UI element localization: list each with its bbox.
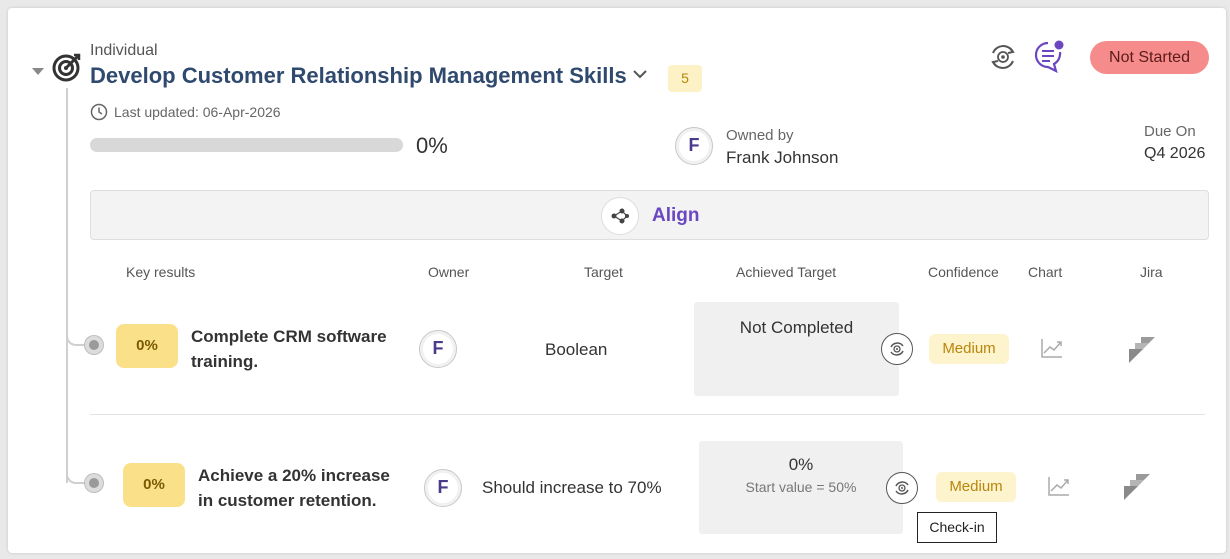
tree-branch bbox=[66, 470, 86, 484]
tree-node bbox=[85, 336, 103, 354]
header-chart: Chart bbox=[1028, 264, 1063, 280]
last-updated: Last updated: 06-Apr-2026 bbox=[114, 104, 281, 120]
checkin-button[interactable] bbox=[881, 333, 913, 365]
key-result-percent: 0% bbox=[116, 324, 178, 368]
owner-name: Frank Johnson bbox=[726, 148, 839, 167]
header-jira: Jira bbox=[1140, 264, 1163, 280]
header-achieved-target: Achieved Target bbox=[736, 264, 837, 280]
objective-title[interactable]: Develop Customer Relationship Management… bbox=[90, 63, 627, 89]
tree-branch bbox=[66, 332, 86, 346]
due-on-value: Q4 2026 bbox=[1144, 145, 1206, 162]
achieved-target-box: Not Completed bbox=[694, 302, 899, 396]
jira-icon[interactable] bbox=[1127, 335, 1157, 365]
checkin-tooltip: Check-in bbox=[917, 512, 997, 543]
key-result-title-line: Complete CRM software bbox=[191, 327, 387, 346]
objective-type: Individual bbox=[90, 42, 158, 59]
row-divider bbox=[90, 414, 1205, 415]
due-on-label: Due On bbox=[1144, 123, 1196, 140]
chart-icon[interactable] bbox=[1048, 476, 1070, 496]
align-label[interactable]: Align bbox=[652, 205, 700, 227]
tree-node bbox=[85, 474, 103, 492]
key-result-owner-avatar: F bbox=[419, 330, 457, 368]
jira-icon[interactable] bbox=[1122, 472, 1152, 502]
key-result-target: Boolean bbox=[545, 340, 608, 359]
objective-card: Individual Develop Customer Relationship… bbox=[8, 8, 1226, 553]
progress-bar bbox=[90, 138, 403, 152]
tree-line bbox=[66, 88, 68, 483]
target-icon bbox=[52, 52, 82, 82]
achieved-target-box: 0% Start value = 50% bbox=[699, 441, 903, 534]
key-result-owner-avatar: F bbox=[424, 469, 462, 507]
header-key-results: Key results bbox=[126, 264, 196, 280]
confidence-badge[interactable]: Medium bbox=[936, 472, 1016, 502]
progress-percent: 0% bbox=[416, 133, 448, 158]
key-result-target: Should increase to 70% bbox=[482, 478, 662, 497]
key-result-title-line: Achieve a 20% increase bbox=[198, 466, 390, 485]
owned-by-label: Owned by bbox=[726, 127, 794, 144]
key-results-count-badge: 5 bbox=[668, 65, 702, 92]
align-bar[interactable] bbox=[90, 190, 1209, 240]
key-result-percent: 0% bbox=[123, 463, 185, 507]
status-badge[interactable]: Not Started bbox=[1090, 41, 1209, 74]
header-target: Target bbox=[584, 264, 623, 280]
comments-icon[interactable] bbox=[1032, 39, 1066, 73]
align-icon[interactable] bbox=[601, 197, 639, 235]
confidence-badge[interactable]: Medium bbox=[929, 334, 1009, 364]
achieved-target-value: Not Completed bbox=[739, 318, 854, 337]
header-owner: Owner bbox=[428, 264, 470, 280]
key-result-title[interactable]: Achieve a 20% increase in customer reten… bbox=[198, 463, 390, 513]
key-result-title-line: training. bbox=[191, 352, 259, 371]
collapse-caret-icon[interactable] bbox=[32, 68, 44, 75]
chevron-down-icon[interactable] bbox=[632, 68, 648, 80]
header-confidence: Confidence bbox=[928, 264, 999, 280]
chart-icon[interactable] bbox=[1041, 338, 1063, 358]
clock-icon bbox=[90, 103, 108, 121]
achieved-target-value: 0% bbox=[788, 455, 814, 474]
owner-avatar: F bbox=[675, 127, 713, 165]
checkin-icon[interactable] bbox=[987, 41, 1019, 73]
key-result-title[interactable]: Complete CRM software training. bbox=[191, 324, 387, 374]
checkin-button[interactable] bbox=[886, 472, 918, 504]
key-result-title-line: in customer retention. bbox=[198, 491, 377, 510]
achieved-start-value: Start value = 50% bbox=[745, 479, 857, 495]
